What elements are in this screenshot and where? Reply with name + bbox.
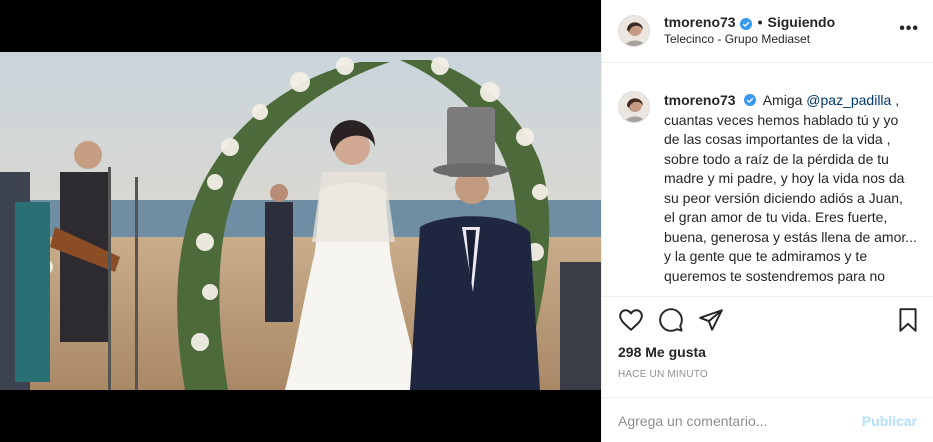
caption-avatar[interactable] <box>618 91 650 123</box>
comment-input[interactable] <box>618 412 854 429</box>
publish-button[interactable]: Publicar <box>862 413 917 429</box>
heart-icon[interactable] <box>618 307 644 333</box>
instagram-post: tmoreno73 • Siguiendo Telecinco - Grupo … <box>0 0 933 442</box>
more-options-icon[interactable]: ••• <box>899 20 919 38</box>
caption-username[interactable]: tmoreno73 <box>664 92 736 108</box>
mention-link[interactable]: @paz_padilla <box>806 92 891 108</box>
likes-count[interactable]: 298 Me gusta <box>618 344 706 360</box>
actions-section: 298 Me gusta HACE UN MINUTO Publicar <box>602 296 933 442</box>
author-avatar[interactable] <box>618 15 650 47</box>
post-timestamp[interactable]: HACE UN MINUTO <box>618 369 708 380</box>
following-button[interactable]: Siguiendo <box>767 14 835 31</box>
caption: tmoreno73 Amiga @paz_padilla , cuantas v… <box>602 64 933 290</box>
author-username[interactable]: tmoreno73 <box>664 14 736 31</box>
action-icons <box>618 307 921 335</box>
add-comment-form: Publicar <box>602 397 933 442</box>
share-paper-plane-icon[interactable] <box>698 307 724 333</box>
caption-text: tmoreno73 Amiga @paz_padilla , cuantas v… <box>664 91 917 290</box>
header-text: tmoreno73 • Siguiendo Telecinco - Grupo … <box>664 14 917 48</box>
post-header: tmoreno73 • Siguiendo Telecinco - Grupo … <box>602 0 933 63</box>
separator-dot: • <box>757 14 763 30</box>
bookmark-icon[interactable] <box>895 307 921 333</box>
verified-badge-icon <box>739 17 752 30</box>
comment-bubble-icon[interactable] <box>658 307 684 333</box>
caption-intro: Amiga <box>762 92 803 108</box>
caption-verified-badge-icon <box>743 92 756 106</box>
post-side-panel: tmoreno73 • Siguiendo Telecinco - Grupo … <box>601 0 933 442</box>
wedding-photo[interactable] <box>0 52 601 390</box>
media-pane <box>0 0 601 442</box>
location-link[interactable]: Telecinco - Grupo Mediaset <box>664 31 917 48</box>
caption-body: , cuantas veces hemos hablado tú y yo de… <box>664 92 917 290</box>
